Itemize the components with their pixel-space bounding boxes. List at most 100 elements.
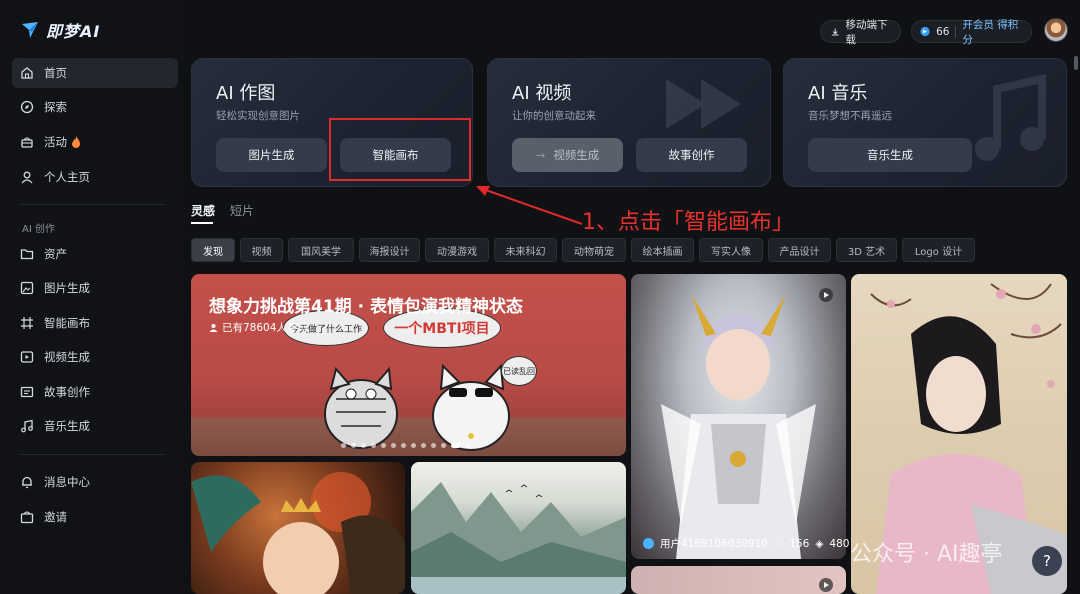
sidebar-item-assets[interactable]: 资产 bbox=[12, 239, 178, 269]
carousel-dot[interactable] bbox=[381, 443, 386, 448]
sidebar-item-music[interactable]: 音乐生成 bbox=[12, 411, 178, 441]
chip-video[interactable]: 视频 bbox=[240, 238, 283, 262]
card-subtitle: 音乐梦想不再遥远 bbox=[808, 110, 892, 122]
gallery-item-partial[interactable] bbox=[631, 566, 846, 594]
story-icon bbox=[20, 386, 34, 398]
logo-icon bbox=[22, 22, 38, 38]
sidebar-item-label: 视频生成 bbox=[44, 350, 90, 364]
gallery-item-dragon-baby[interactable] bbox=[191, 462, 405, 594]
music-icon bbox=[21, 419, 33, 433]
chip-poster[interactable]: 海报设计 bbox=[359, 238, 420, 262]
music-gen-button[interactable]: 音乐生成 bbox=[808, 138, 972, 172]
mobile-download-button[interactable]: 移动端下载 bbox=[820, 19, 901, 46]
sidebar-item-activity[interactable]: 活动 bbox=[12, 127, 178, 157]
mobile-download-label: 移动端下载 bbox=[845, 18, 888, 46]
chip-discover[interactable]: 发现 bbox=[191, 238, 235, 262]
sidebar-item-video-gen[interactable]: 视频生成 bbox=[12, 342, 178, 372]
speech-bubble: 已读乱回 bbox=[501, 356, 537, 386]
card-title: AI 音乐 bbox=[808, 83, 868, 104]
sidebar-item-label: 资产 bbox=[44, 247, 67, 261]
help-button[interactable]: ? bbox=[1032, 546, 1062, 576]
chip-portrait[interactable]: 写实人像 bbox=[699, 238, 763, 262]
carousel-dot[interactable] bbox=[466, 443, 471, 448]
chip-3d[interactable]: 3D 艺术 bbox=[836, 238, 897, 262]
chip-scifi[interactable]: 未来科幻 bbox=[494, 238, 557, 262]
chip-guofeng[interactable]: 国风美学 bbox=[288, 238, 354, 262]
sidebar-item-profile[interactable]: 个人主页 bbox=[12, 162, 178, 192]
sidebar-item-invite[interactable]: 邀请 bbox=[12, 502, 178, 532]
sidebar-item-home[interactable]: 首页 bbox=[12, 58, 178, 88]
tab-underline bbox=[191, 222, 213, 224]
highlight-box bbox=[329, 118, 471, 181]
fire-icon bbox=[72, 136, 80, 148]
sidebar-item-label: 活动 bbox=[44, 135, 67, 149]
carousel-dot[interactable] bbox=[391, 443, 396, 448]
user-avatar-icon bbox=[643, 538, 654, 549]
carousel-dot[interactable] bbox=[401, 443, 406, 448]
play-icon[interactable] bbox=[819, 288, 833, 302]
annotation-arrow-icon bbox=[476, 186, 583, 225]
sidebar-item-explore[interactable]: 探索 bbox=[12, 92, 178, 122]
arrow-right-icon: → bbox=[535, 148, 546, 162]
gallery-item-mecha[interactable] bbox=[631, 274, 846, 559]
landscape-illustration bbox=[411, 482, 626, 594]
folder-icon bbox=[20, 249, 34, 260]
sidebar-item-image-gen[interactable]: 图片生成 bbox=[12, 273, 178, 303]
carousel-dot[interactable] bbox=[441, 443, 446, 448]
card-title: AI 作图 bbox=[216, 83, 276, 104]
sidebar-item-label: 探索 bbox=[44, 100, 67, 114]
chip-product[interactable]: 产品设计 bbox=[768, 238, 831, 262]
scrollbar[interactable] bbox=[1074, 56, 1078, 70]
chip-anime[interactable]: 动漫游戏 bbox=[425, 238, 489, 262]
tab-shorts[interactable]: 短片 bbox=[230, 202, 254, 219]
member-label: 开会员 得积分 bbox=[962, 18, 1019, 46]
carousel-dots[interactable] bbox=[341, 443, 471, 448]
sidebar-item-messages[interactable]: 消息中心 bbox=[12, 467, 178, 497]
carousel-dot[interactable] bbox=[411, 443, 416, 448]
avatar[interactable] bbox=[1044, 18, 1068, 42]
chip-pets[interactable]: 动物萌宠 bbox=[562, 238, 626, 262]
bell-icon bbox=[22, 476, 32, 489]
points-member-button[interactable]: 66 开会员 得积分 bbox=[911, 19, 1032, 46]
gallery-item-landscape[interactable] bbox=[411, 462, 626, 594]
points-count: 66 bbox=[936, 25, 950, 38]
sidebar-divider bbox=[20, 204, 166, 205]
video-gen-button[interactable]: → 视频生成 bbox=[512, 138, 623, 172]
card-ai-music: AI 音乐 音乐梦想不再遥远 音乐生成 bbox=[783, 58, 1067, 187]
music-deco-icon bbox=[975, 74, 1046, 161]
app-logo[interactable]: 即梦AI bbox=[20, 18, 100, 42]
likes-count: 156 bbox=[789, 537, 810, 550]
sidebar-item-canvas[interactable]: 智能画布 bbox=[12, 308, 178, 338]
carousel-dot[interactable] bbox=[361, 443, 366, 448]
tab-inspiration[interactable]: 灵感 bbox=[191, 202, 215, 219]
compass-icon bbox=[20, 100, 34, 114]
eye-icon: ◈ bbox=[815, 537, 824, 550]
carousel-dot[interactable] bbox=[341, 443, 346, 448]
sidebar: 即梦AI 首页 探索 活动 个人主页 AI 创作 资产 图片生成 智能画布 视频… bbox=[0, 0, 180, 594]
username: 用户4169106030910 bbox=[660, 538, 768, 550]
carousel-dot[interactable] bbox=[431, 443, 436, 448]
carousel-dot-active[interactable] bbox=[451, 443, 461, 448]
sidebar-item-label: 音乐生成 bbox=[44, 419, 90, 433]
image-gen-button[interactable]: 图片生成 bbox=[216, 138, 327, 172]
gift-icon bbox=[21, 137, 33, 148]
user-icon bbox=[21, 171, 33, 184]
story-create-button[interactable]: 故事创作 bbox=[636, 138, 747, 172]
mecha-user-info: 用户4169106030910 ♡ 156 ◈ 480 bbox=[643, 536, 849, 551]
play-icon[interactable] bbox=[819, 578, 833, 592]
sidebar-item-label: 邀请 bbox=[44, 510, 67, 524]
dragon-baby-illustration bbox=[191, 472, 405, 594]
mecha-illustration bbox=[661, 294, 816, 559]
chip-logo[interactable]: Logo 设计 bbox=[902, 238, 975, 262]
participants-text: 已有78604人参与 bbox=[222, 322, 308, 334]
canvas-icon bbox=[21, 317, 33, 329]
carousel-dot[interactable] bbox=[421, 443, 426, 448]
challenge-banner[interactable]: 今天做了什么工作 一个MBTI项目 已读乱回 想象力挑战第41期 · 表情包演我… bbox=[191, 274, 626, 456]
invite-icon bbox=[20, 511, 34, 524]
heart-icon: ♡ bbox=[773, 537, 784, 550]
carousel-dot[interactable] bbox=[371, 443, 376, 448]
home-icon bbox=[21, 67, 33, 79]
sidebar-item-story[interactable]: 故事创作 bbox=[12, 377, 178, 407]
carousel-dot[interactable] bbox=[351, 443, 356, 448]
chip-illustration[interactable]: 绘本插画 bbox=[631, 238, 694, 262]
